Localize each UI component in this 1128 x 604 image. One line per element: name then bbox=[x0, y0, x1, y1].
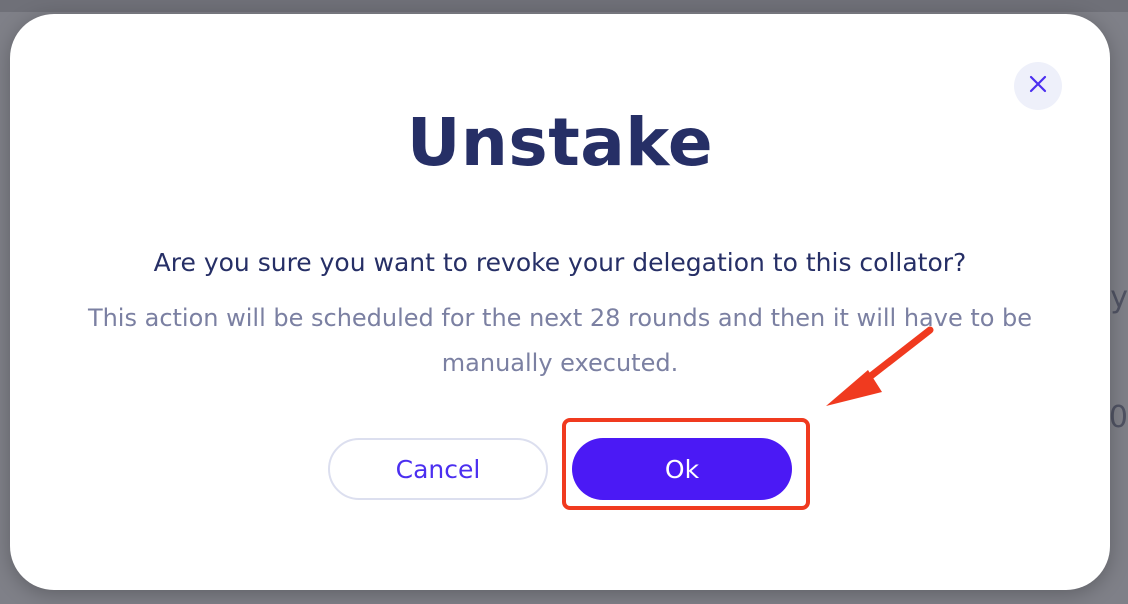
confirmation-question: Are you sure you want to revoke your del… bbox=[153, 248, 967, 277]
action-description: This action will be scheduled for the ne… bbox=[87, 304, 1033, 377]
modal-title: Unstake bbox=[406, 104, 714, 181]
background-text-fragment: y bbox=[1110, 280, 1128, 315]
ok-button[interactable]: Ok bbox=[572, 438, 792, 500]
unstake-modal: Unstake Are you sure you want to revoke … bbox=[10, 14, 1110, 590]
close-button[interactable] bbox=[1014, 62, 1062, 110]
close-icon bbox=[1029, 75, 1047, 97]
cancel-button[interactable]: Cancel bbox=[328, 438, 548, 500]
backdrop bbox=[0, 0, 1128, 12]
